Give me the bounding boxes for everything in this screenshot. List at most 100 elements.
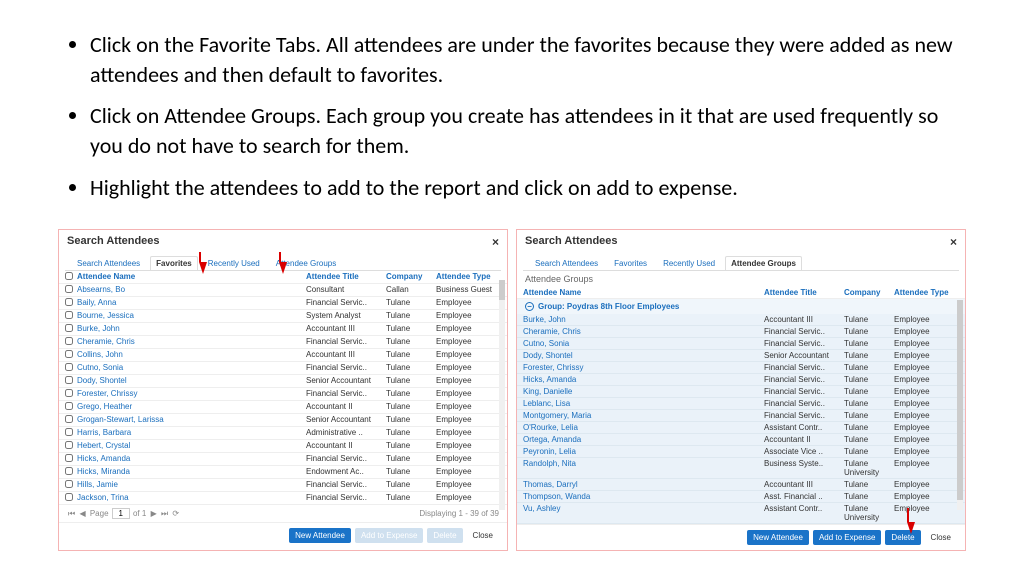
close-icon[interactable]: × (492, 235, 499, 249)
table-row[interactable]: Baily, AnnaFinancial Servic..TulaneEmplo… (59, 297, 507, 310)
prev-page-icon[interactable]: ◀ (79, 509, 85, 518)
row-checkbox[interactable] (65, 298, 73, 306)
cell-name[interactable]: Burke, John (523, 315, 764, 324)
cell-name[interactable]: Thompson, Wanda (523, 492, 764, 501)
table-row[interactable]: Peyronin, LeliaAssociate Vice ..TulaneEm… (517, 446, 965, 458)
tab-attendee-groups[interactable]: Attendee Groups (725, 256, 802, 270)
cell-name[interactable]: Cutno, Sonia (523, 339, 764, 348)
table-row[interactable]: Hills, JamieFinancial Servic..TulaneEmpl… (59, 479, 507, 492)
table-row[interactable]: Harris, BarbaraAdministrative ..TulaneEm… (59, 427, 507, 440)
cell-name[interactable]: Montgomery, Maria (523, 411, 764, 420)
row-checkbox[interactable] (65, 493, 73, 501)
row-checkbox[interactable] (65, 337, 73, 345)
table-row[interactable]: Cheramie, ChrisFinancial Servic..TulaneE… (59, 336, 507, 349)
tab-favorites[interactable]: Favorites (150, 256, 198, 270)
row-checkbox[interactable] (65, 454, 73, 462)
table-row[interactable]: Cheramie, ChrisFinancial Servic..TulaneE… (517, 326, 965, 338)
row-checkbox[interactable] (65, 285, 73, 293)
group-row[interactable]: − Group: Poydras 8th Floor Employees (517, 299, 965, 314)
table-row[interactable]: Bourne, JessicaSystem AnalystTulaneEmplo… (59, 310, 507, 323)
cell-name[interactable]: Leblanc, Lisa (523, 399, 764, 408)
tab-recently-used[interactable]: Recently Used (202, 256, 266, 270)
row-checkbox[interactable] (65, 428, 73, 436)
table-row[interactable]: Absearns, BoConsultantCallanBusiness Gue… (59, 284, 507, 297)
cell-name[interactable]: Bourne, Jessica (77, 311, 306, 321)
row-checkbox[interactable] (65, 441, 73, 449)
table-row[interactable]: O'Rourke, LeliaAssistant Contr..TulaneEm… (517, 422, 965, 434)
cell-name[interactable]: Grogan-Stewart, Larissa (77, 415, 306, 425)
table-row[interactable]: Jackson, TrinaFinancial Servic..TulaneEm… (59, 492, 507, 505)
table-row[interactable]: Cutno, SoniaFinancial Servic..TulaneEmpl… (59, 362, 507, 375)
col-name[interactable]: Attendee Name (523, 288, 764, 297)
collapse-icon[interactable]: − (525, 302, 534, 311)
next-page-icon[interactable]: ▶ (151, 509, 157, 518)
row-checkbox[interactable] (65, 402, 73, 410)
close-icon[interactable]: × (950, 235, 957, 249)
row-checkbox[interactable] (65, 376, 73, 384)
cell-name[interactable]: Harris, Barbara (77, 428, 306, 438)
close-button[interactable]: Close (467, 528, 499, 543)
cell-name[interactable]: Burke, John (77, 324, 306, 334)
cell-name[interactable]: Hills, Jamie (77, 480, 306, 490)
close-button[interactable]: Close (925, 530, 957, 545)
table-row[interactable]: Dody, ShontelSenior AccountantTulaneEmpl… (59, 375, 507, 388)
col-title[interactable]: Attendee Title (764, 288, 844, 297)
row-checkbox[interactable] (65, 389, 73, 397)
row-checkbox[interactable] (65, 311, 73, 319)
table-row[interactable]: Hicks, AmandaFinancial Servic..TulaneEmp… (59, 453, 507, 466)
table-row[interactable]: Dody, ShontelSenior AccountantTulaneEmpl… (517, 350, 965, 362)
refresh-icon[interactable]: ⟳ (172, 509, 179, 518)
cell-name[interactable]: Thomas, Darryl (523, 480, 764, 489)
cell-name[interactable]: Jackson, Trina (77, 493, 306, 503)
new-attendee-button[interactable]: New Attendee (747, 530, 809, 545)
tab-recently-used[interactable]: Recently Used (657, 256, 721, 270)
col-company[interactable]: Company (386, 272, 436, 282)
col-company[interactable]: Company (844, 288, 894, 297)
scrollbar[interactable] (957, 300, 963, 510)
select-all-checkbox[interactable] (65, 272, 73, 280)
col-name[interactable]: Attendee Name (77, 272, 306, 282)
table-row[interactable]: Burke, JohnAccountant IIITulaneEmployee (517, 314, 965, 326)
row-checkbox[interactable] (65, 415, 73, 423)
tab-favorites[interactable]: Favorites (608, 256, 653, 270)
table-row[interactable]: Randolph, NitaBusiness Syste..Tulane Uni… (517, 458, 965, 479)
table-row[interactable]: Ortega, AmandaAccountant IITulaneEmploye… (517, 434, 965, 446)
tab-search-attendees[interactable]: Search Attendees (529, 256, 604, 270)
cell-name[interactable]: Dody, Shontel (77, 376, 306, 386)
cell-name[interactable]: Hicks, Miranda (77, 467, 306, 477)
cell-name[interactable]: Hicks, Amanda (77, 454, 306, 464)
table-row[interactable]: Collins, JohnAccountant IIITulaneEmploye… (59, 349, 507, 362)
page-input[interactable] (112, 508, 130, 519)
scrollbar[interactable] (499, 280, 505, 510)
table-row[interactable]: Cutno, SoniaFinancial Servic..TulaneEmpl… (517, 338, 965, 350)
table-row[interactable]: Forester, ChrissyFinancial Servic..Tulan… (517, 362, 965, 374)
table-row[interactable]: King, DanielleFinancial Servic..TulaneEm… (517, 386, 965, 398)
cell-name[interactable]: O'Rourke, Lelia (523, 423, 764, 432)
cell-name[interactable]: Cutno, Sonia (77, 363, 306, 373)
cell-name[interactable]: Cheramie, Chris (77, 337, 306, 347)
table-row[interactable]: Forester, ChrissyFinancial Servic..Tulan… (59, 388, 507, 401)
cell-name[interactable]: Absearns, Bo (77, 285, 306, 295)
row-checkbox[interactable] (65, 350, 73, 358)
row-checkbox[interactable] (65, 324, 73, 332)
cell-name[interactable]: King, Danielle (523, 387, 764, 396)
delete-button[interactable]: Delete (885, 530, 920, 545)
col-type[interactable]: Attendee Type (436, 272, 501, 282)
table-row[interactable]: Hicks, MirandaEndowment Ac..TulaneEmploy… (59, 466, 507, 479)
cell-name[interactable]: Randolph, Nita (523, 459, 764, 477)
table-row[interactable]: Thompson, WandaAsst. Financial ..TulaneE… (517, 491, 965, 503)
table-row[interactable]: Vu, AshleyAssistant Contr..Tulane Univer… (517, 503, 965, 524)
add-to-expense-button[interactable]: Add to Expense (813, 530, 881, 545)
cell-name[interactable]: Peyronin, Lelia (523, 447, 764, 456)
table-row[interactable]: Thomas, DarrylAccountant IIITulaneEmploy… (517, 479, 965, 491)
table-row[interactable]: Montgomery, MariaFinancial Servic..Tulan… (517, 410, 965, 422)
tab-search-attendees[interactable]: Search Attendees (71, 256, 146, 270)
new-attendee-button[interactable]: New Attendee (289, 528, 351, 543)
cell-name[interactable]: Ortega, Amanda (523, 435, 764, 444)
cell-name[interactable]: Baily, Anna (77, 298, 306, 308)
table-row[interactable]: Burke, JohnAccountant IIITulaneEmployee (59, 323, 507, 336)
row-checkbox[interactable] (65, 467, 73, 475)
table-row[interactable]: Hicks, AmandaFinancial Servic..TulaneEmp… (517, 374, 965, 386)
col-type[interactable]: Attendee Type (894, 288, 959, 297)
last-page-icon[interactable]: ⏭ (161, 509, 168, 518)
